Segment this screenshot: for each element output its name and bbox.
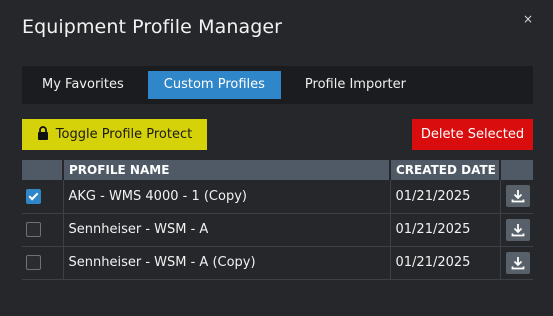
profile-name-column-header[interactable]: PROFILE NAME <box>63 160 391 180</box>
row-checkbox[interactable] <box>26 188 41 204</box>
download-column-header <box>500 160 533 180</box>
download-button[interactable] <box>505 251 530 274</box>
created-date-cell: 01/21/2025 <box>390 180 501 214</box>
delete-selected-button[interactable]: Delete Selected <box>412 119 533 150</box>
profiles-table: PROFILE NAME CREATED DATE AKG - WMS 4000… <box>22 160 533 280</box>
profile-name-cell: Sennheiser - WSM - A <box>63 213 391 247</box>
tab-my-favorites[interactable]: My Favorites <box>26 71 140 99</box>
table-row[interactable]: Sennheiser - WSM - A (Copy) 01/21/2025 <box>22 246 533 280</box>
download-cell <box>500 180 533 214</box>
select-cell <box>22 213 64 247</box>
created-date-cell: 01/21/2025 <box>390 246 501 280</box>
table-row[interactable]: Sennheiser - WSM - A 01/21/2025 <box>22 213 533 247</box>
profile-name-cell: Sennheiser - WSM - A (Copy) <box>63 246 391 280</box>
download-cell <box>500 246 533 280</box>
download-icon <box>511 190 524 203</box>
row-checkbox[interactable] <box>26 222 41 237</box>
download-button[interactable] <box>505 185 530 208</box>
download-icon <box>511 256 524 269</box>
lock-icon <box>37 125 49 144</box>
row-checkbox[interactable] <box>26 255 41 270</box>
profile-name-cell: AKG - WMS 4000 - 1 (Copy) <box>63 180 391 214</box>
close-icon[interactable]: × <box>523 12 533 26</box>
table-row[interactable]: AKG - WMS 4000 - 1 (Copy) 01/21/2025 <box>22 180 533 214</box>
toggle-profile-protect-label: Toggle Profile Protect <box>55 127 193 142</box>
tab-custom-profiles[interactable]: Custom Profiles <box>147 71 281 99</box>
select-cell <box>22 180 64 214</box>
tab-bar: My Favorites Custom Profiles Profile Imp… <box>22 66 533 104</box>
toggle-profile-protect-button[interactable]: Toggle Profile Protect <box>22 119 207 150</box>
download-cell <box>500 213 533 247</box>
created-date-cell: 01/21/2025 <box>390 213 501 247</box>
created-date-column-header[interactable]: CREATED DATE <box>390 160 501 180</box>
dialog-title: Equipment Profile Manager <box>22 16 283 38</box>
tab-profile-importer[interactable]: Profile Importer <box>289 71 422 99</box>
download-icon <box>511 223 524 236</box>
select-cell <box>22 246 64 280</box>
select-column-header <box>22 160 64 180</box>
table-header-row: PROFILE NAME CREATED DATE <box>22 160 533 180</box>
download-button[interactable] <box>505 218 530 241</box>
